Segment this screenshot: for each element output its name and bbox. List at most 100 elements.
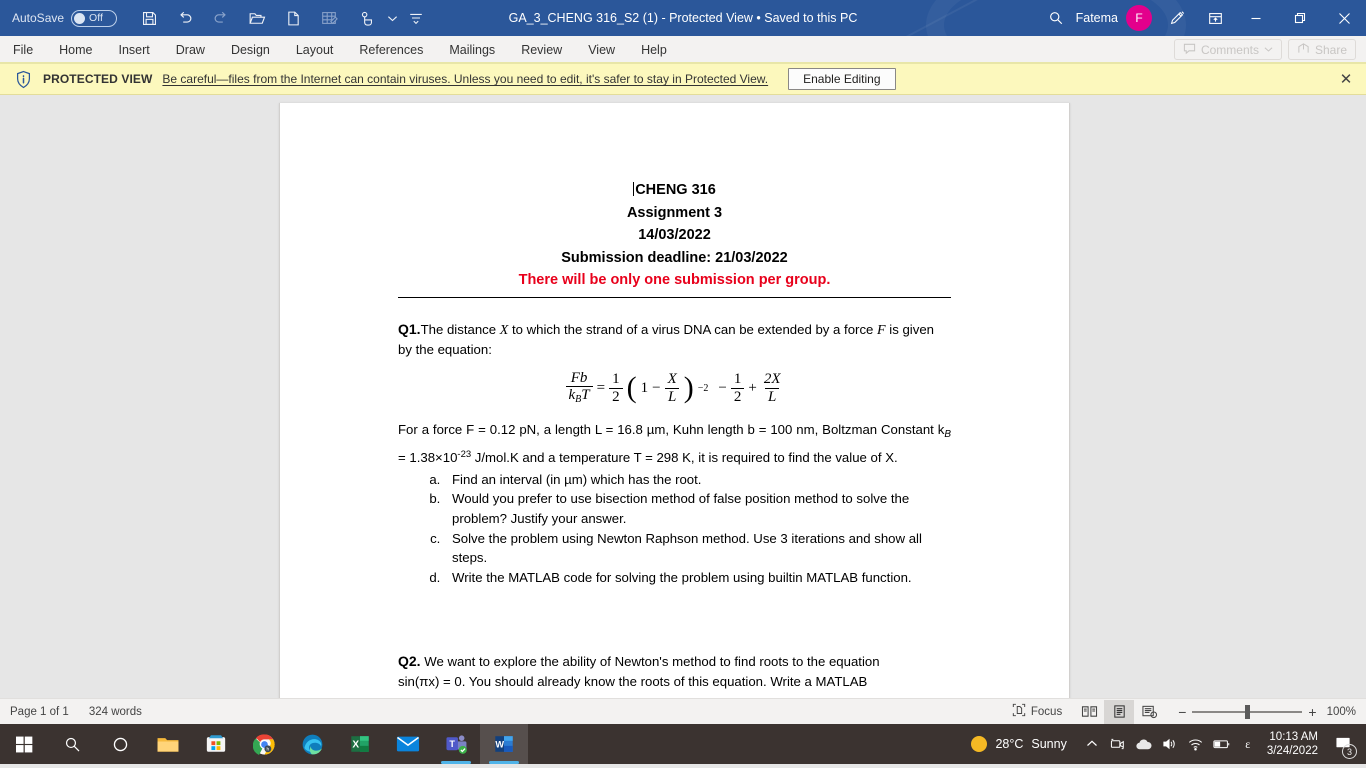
doc-header-notice: There will be only one submission per gr… (398, 269, 951, 292)
avatar[interactable]: F (1126, 5, 1152, 31)
q1-parameters-paragraph: For a force F = 0.12 pN, a length L = 16… (398, 420, 951, 468)
tab-home[interactable]: Home (46, 36, 105, 64)
tab-insert[interactable]: Insert (106, 36, 163, 64)
q1-params-sub: B (944, 429, 951, 440)
chrome-button[interactable]: h (240, 724, 288, 764)
ribbon-display-options-icon[interactable] (1196, 2, 1234, 34)
clock[interactable]: 10:13 AM 3/24/2022 (1261, 730, 1326, 758)
weather-widget[interactable]: 28°C Sunny (959, 736, 1078, 752)
list-item: Write the MATLAB code for solving the pr… (444, 568, 951, 588)
tab-draw[interactable]: Draw (163, 36, 218, 64)
web-layout-view-button[interactable] (1134, 700, 1164, 724)
minimize-button[interactable] (1234, 0, 1278, 36)
search-icon[interactable] (1036, 3, 1076, 33)
volume-icon[interactable] (1157, 724, 1183, 764)
onedrive-cloud-icon[interactable] (1131, 724, 1157, 764)
input-indicator-icon[interactable]: ε (1235, 724, 1261, 764)
customize-qat-icon[interactable] (401, 3, 431, 33)
file-explorer-button[interactable] (144, 724, 192, 764)
redo-icon[interactable] (203, 3, 239, 33)
chevron-down-icon[interactable] (383, 3, 401, 33)
eq-half-num: 1 (609, 371, 623, 387)
eq-lhs-fraction: Fb kBT (566, 370, 593, 406)
focus-button[interactable]: Focus (1000, 703, 1074, 720)
read-mode-view-button[interactable] (1074, 700, 1104, 724)
camera-icon[interactable] (1105, 724, 1131, 764)
tab-review[interactable]: Review (508, 36, 575, 64)
header-divider (398, 297, 951, 298)
touch-mode-icon[interactable] (347, 3, 383, 33)
autosave-toggle[interactable]: Off (71, 10, 117, 27)
q1-params-2: = 1.38×10 (398, 450, 457, 465)
document-page[interactable]: CHENG 316 Assignment 3 14/03/2022 Submis… (279, 103, 1070, 698)
q1-paragraph: Q1.The distance X to which the strand of… (398, 320, 951, 361)
zoom-in-button[interactable]: + (1308, 704, 1316, 720)
new-document-icon[interactable] (275, 3, 311, 33)
user-name-label: Fatema (1076, 11, 1118, 25)
word-count[interactable]: 324 words (79, 699, 152, 725)
excel-button[interactable]: X (336, 724, 384, 764)
protected-view-badge: PROTECTED VIEW (43, 72, 152, 86)
q1-sub-questions: Find an interval (in µm) which has the r… (444, 470, 951, 588)
open-folder-icon[interactable] (239, 3, 275, 33)
status-bar: Page 1 of 1 324 words Focus (0, 698, 1366, 724)
save-icon[interactable] (131, 3, 167, 33)
tab-help[interactable]: Help (628, 36, 680, 64)
eq-xl-num: X (665, 371, 680, 387)
eq-plus: + (748, 380, 756, 397)
undo-icon[interactable] (167, 3, 203, 33)
tab-view[interactable]: View (575, 36, 628, 64)
q2-label: Q2. (398, 653, 421, 669)
document-canvas[interactable]: CHENG 316 Assignment 3 14/03/2022 Submis… (0, 95, 1366, 698)
word-button[interactable]: W (480, 724, 528, 764)
tab-references[interactable]: References (346, 36, 436, 64)
tab-file[interactable]: File (0, 36, 46, 64)
notification-count-badge: 3 (1342, 744, 1357, 759)
q1-text-2: to which the strand of a virus DNA can b… (508, 322, 877, 337)
autosave-control[interactable]: AutoSave Off (12, 10, 117, 27)
zoom-slider-track[interactable] (1192, 711, 1302, 713)
restore-button[interactable] (1278, 0, 1322, 36)
doc-header-course: CHENG 316 (398, 179, 951, 202)
focus-label: Focus (1031, 706, 1062, 718)
cortana-button[interactable] (96, 724, 144, 764)
zoom-level-label[interactable]: 100% (1327, 706, 1356, 718)
list-item: Solve the problem using Newton Raphson m… (444, 529, 951, 568)
eq-half-den: 2 (609, 388, 623, 405)
enable-editing-button[interactable]: Enable Editing (788, 68, 895, 90)
notifications-button[interactable]: 3 (1326, 724, 1360, 764)
teams-button[interactable]: T (432, 724, 480, 764)
comment-icon (1183, 42, 1196, 58)
battery-icon[interactable] (1209, 724, 1235, 764)
page-indicator[interactable]: Page 1 of 1 (0, 699, 79, 725)
svg-text:T: T (449, 739, 455, 749)
microsoft-store-button[interactable] (192, 724, 240, 764)
start-button[interactable] (0, 724, 48, 764)
q1-params-exp: -23 (457, 449, 471, 460)
wifi-icon[interactable] (1183, 724, 1209, 764)
edge-button[interactable] (288, 724, 336, 764)
document-body[interactable]: CHENG 316 Assignment 3 14/03/2022 Submis… (280, 103, 1069, 691)
table-edit-icon[interactable] (311, 3, 347, 33)
tab-design[interactable]: Design (218, 36, 283, 64)
close-icon[interactable]: ✕ (1336, 69, 1356, 89)
share-label: Share (1315, 43, 1347, 57)
show-hidden-icons-button[interactable] (1079, 724, 1105, 764)
eq-half2-num: 1 (731, 371, 745, 387)
search-button[interactable] (48, 724, 96, 764)
mail-button[interactable] (384, 724, 432, 764)
protected-view-message[interactable]: Be careful—files from the Internet can c… (162, 72, 768, 86)
close-button[interactable] (1322, 0, 1366, 36)
autosave-label: AutoSave (12, 11, 64, 25)
tab-layout[interactable]: Layout (283, 36, 347, 64)
weather-temperature: 28°C (995, 737, 1023, 751)
comments-button[interactable]: Comments (1174, 39, 1282, 60)
q1-params-1: For a force F = 0.12 pN, a length L = 16… (398, 422, 944, 437)
share-button[interactable]: Share (1288, 39, 1356, 60)
print-layout-view-button[interactable] (1104, 700, 1134, 724)
tab-mailings[interactable]: Mailings (436, 36, 508, 64)
zoom-out-button[interactable]: − (1178, 704, 1186, 720)
zoom-slider-control[interactable]: − + (1178, 704, 1316, 720)
ink-pen-icon[interactable] (1158, 2, 1196, 34)
zoom-slider-thumb[interactable] (1245, 705, 1250, 719)
